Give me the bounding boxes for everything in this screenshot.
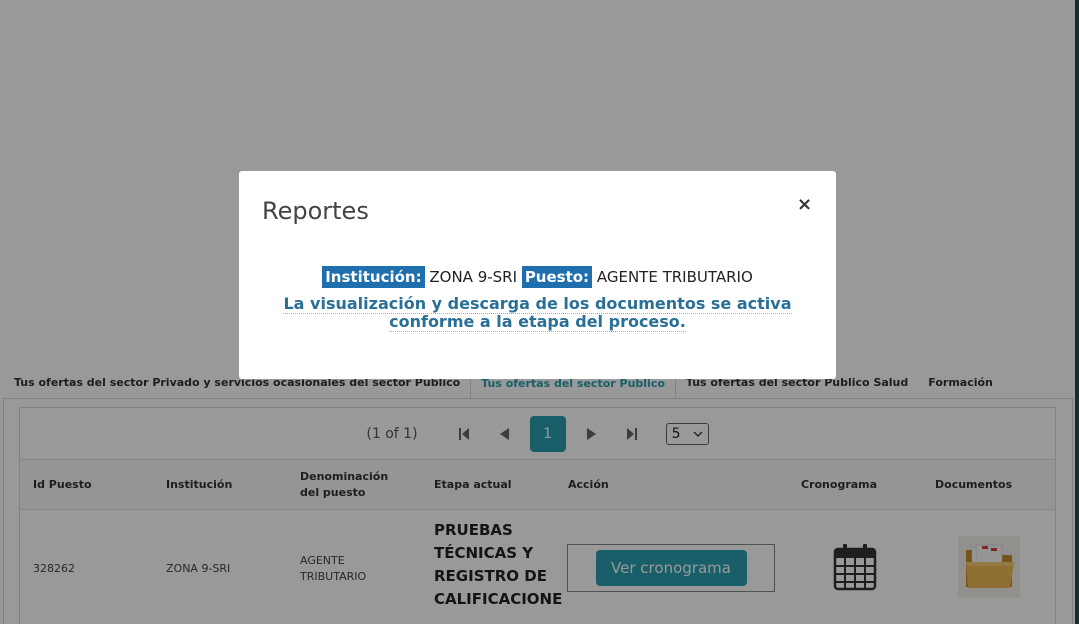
puesto-value: AGENTE TRIBUTARIO xyxy=(596,268,753,286)
reportes-dialog: Reportes × Institución: ZONA 9-SRI Puest… xyxy=(239,171,836,379)
puesto-label: Puesto: xyxy=(521,266,593,288)
dialog-title: Reportes xyxy=(262,197,369,225)
close-icon[interactable]: × xyxy=(797,194,812,215)
institucion-value: ZONA 9-SRI xyxy=(429,268,518,286)
dialog-info-line: Institución: ZONA 9-SRI Puesto: AGENTE T… xyxy=(239,266,836,288)
dialog-note-text: La visualización y descarga de los docum… xyxy=(283,294,792,332)
dialog-note: La visualización y descarga de los docum… xyxy=(257,294,818,332)
institucion-label: Institución: xyxy=(322,266,425,288)
